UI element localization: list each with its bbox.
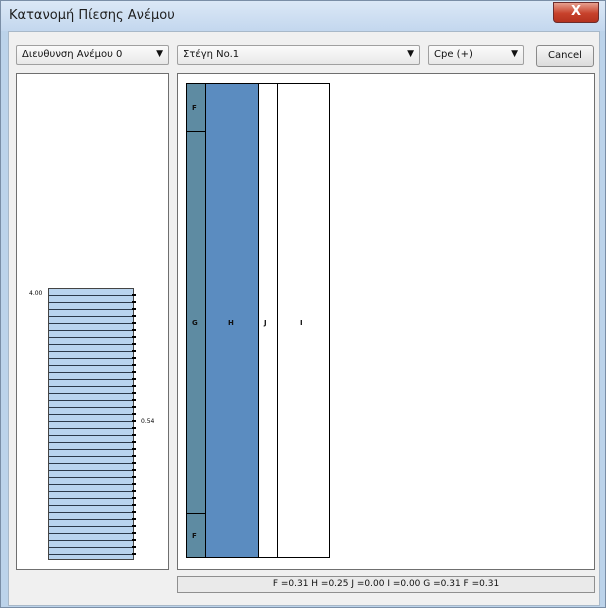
zone-f-bottom: F: [187, 514, 206, 557]
roof-value: Στέγη No.1: [183, 49, 240, 60]
cancel-button[interactable]: Cancel: [536, 45, 594, 67]
profile-mid-value: 0.54: [141, 418, 155, 425]
chevron-down-icon: ▼: [156, 49, 163, 59]
cpe-value: Cpe (+): [434, 49, 473, 60]
profile-top-value: 4.00: [29, 290, 43, 297]
wind-direction-value: Διευθυνση Ανέμου 0: [22, 49, 123, 60]
dialog-body: Διευθυνση Ανέμου 0 ▼ Στέγη No.1 ▼ Cpe (+…: [8, 31, 600, 606]
coefficient-summary: F =0.31 H =0.25 J =0.00 I =0.00 G =0.31 …: [177, 576, 595, 593]
chevron-down-icon: ▼: [511, 49, 518, 59]
roof-zone-diagram: F G F H J I: [186, 83, 330, 558]
height-profile-panel: 4.00 0.54: [16, 73, 169, 570]
zone-i: I: [278, 84, 329, 557]
zone-f-bottom-label: F: [192, 532, 197, 540]
chevron-down-icon: ▼: [407, 49, 414, 59]
zone-f-top-label: F: [192, 104, 197, 112]
roof-zones-panel: F G F H J I: [177, 73, 595, 570]
profile-arrow-ticks: [132, 289, 136, 559]
cpe-dropdown[interactable]: Cpe (+) ▼: [428, 45, 524, 65]
zone-j-label: J: [264, 319, 267, 327]
pressure-profile-diagram: [48, 288, 136, 560]
zone-g: G: [187, 132, 206, 514]
zone-i-label: I: [300, 319, 303, 327]
zone-h: H: [206, 84, 259, 557]
roof-dropdown[interactable]: Στέγη No.1 ▼: [177, 45, 420, 65]
title-bar: Κατανομή Πίεσης Ανέμου X: [1, 1, 605, 31]
window-title: Κατανομή Πίεσης Ανέμου: [9, 8, 175, 23]
zone-f-top: F: [187, 84, 206, 132]
wind-pressure-window: Κατανομή Πίεσης Ανέμου X Διευθυνση Ανέμο…: [0, 0, 606, 608]
zone-j: J: [259, 84, 278, 557]
zone-h-label: H: [228, 319, 234, 327]
wind-direction-dropdown[interactable]: Διευθυνση Ανέμου 0 ▼: [16, 45, 169, 65]
close-button[interactable]: X: [553, 2, 599, 23]
profile-lines: [49, 289, 133, 559]
zone-g-label: G: [192, 319, 198, 327]
